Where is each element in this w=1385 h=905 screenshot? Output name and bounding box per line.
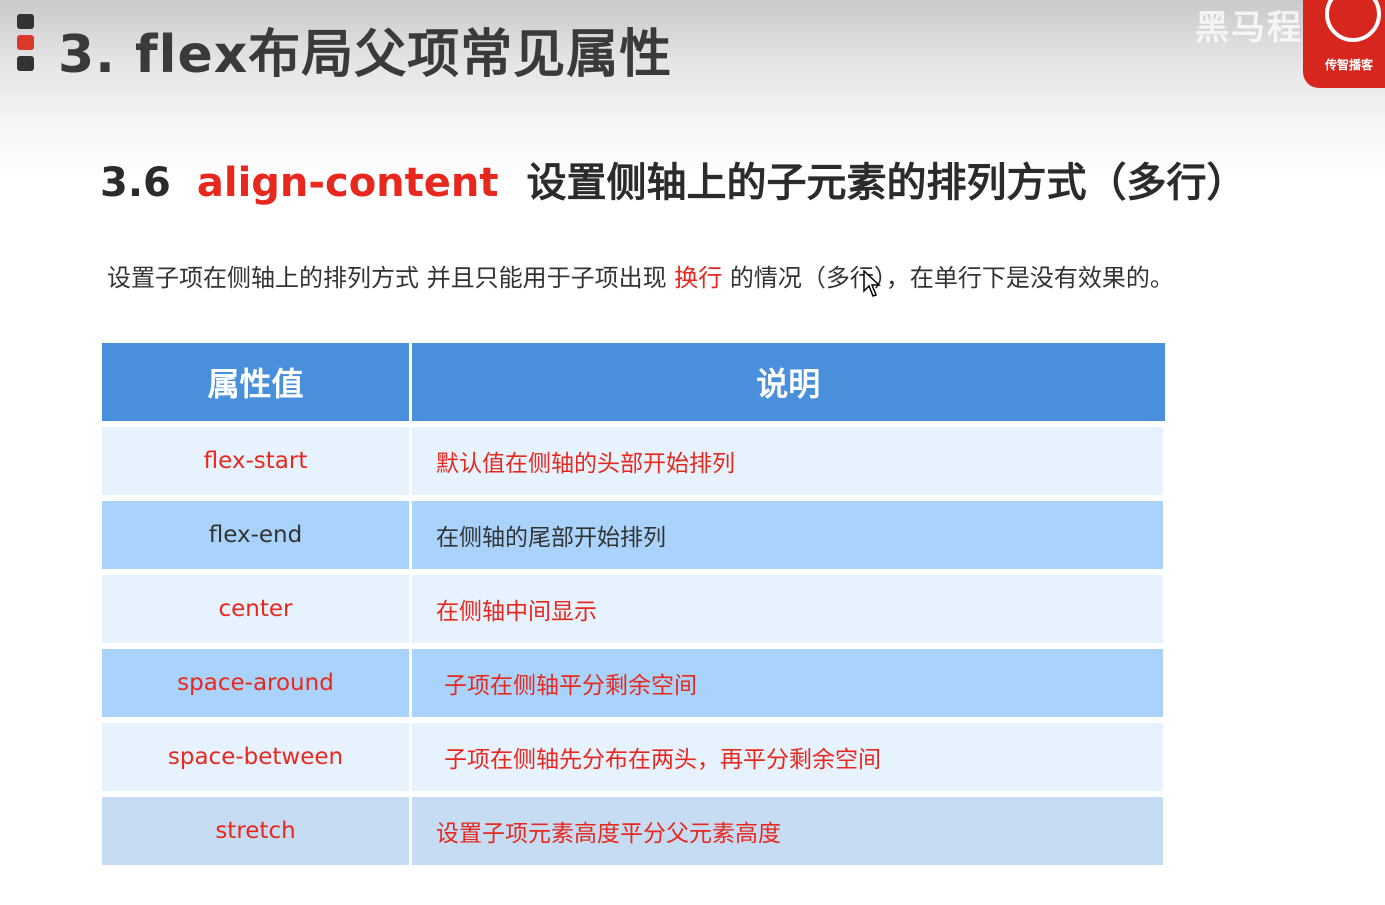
table-row: space-between 子项在侧轴先分布在两头，再平分剩余空间 xyxy=(102,720,1166,797)
property-note: 在侧轴中间显示 xyxy=(410,572,1166,649)
property-note: 子项在侧轴先分布在两头，再平分剩余空间 xyxy=(410,720,1166,797)
brand-logo-icon xyxy=(1325,0,1381,42)
property-value: space-around xyxy=(102,646,412,723)
property-value: flex-end xyxy=(102,498,412,575)
property-value: stretch xyxy=(102,794,412,871)
property-note: 子项在侧轴平分剩余空间 xyxy=(410,646,1166,723)
column-header-note: 说明 xyxy=(410,343,1165,427)
section-keyword: align-content xyxy=(196,160,499,206)
property-value: space-between xyxy=(102,720,412,797)
description: 设置子项在侧轴上的排列方式 并且只能用于子项出现 换行 的情况（多行），在单行下… xyxy=(107,258,1174,293)
property-note: 设置子项元素高度平分父元素高度 xyxy=(410,794,1166,871)
description-before: 设置子项在侧轴上的排列方式 并且只能用于子项出现 xyxy=(107,264,675,292)
description-highlight: 换行 xyxy=(674,264,723,292)
property-value: center xyxy=(102,572,412,649)
column-header-value: 属性值 xyxy=(102,343,412,427)
brand-badge: 传智播客 xyxy=(1303,0,1385,88)
property-note: 在侧轴的尾部开始排列 xyxy=(410,498,1166,575)
property-table: 属性值 说明 flex-start 默认值在侧轴的头部开始排列 flex-end… xyxy=(102,343,1166,871)
table-row: flex-end 在侧轴的尾部开始排列 xyxy=(102,498,1166,575)
table-row: flex-start 默认值在侧轴的头部开始排列 xyxy=(102,424,1166,501)
table-row: space-around 子项在侧轴平分剩余空间 xyxy=(102,646,1166,723)
table-row: center 在侧轴中间显示 xyxy=(102,572,1166,649)
table-row: stretch 设置子项元素高度平分父元素高度 xyxy=(102,794,1166,871)
slide-title: 3. flex布局父项常见属性 xyxy=(58,25,673,85)
brand-badge-text: 传智播客 xyxy=(1325,58,1374,72)
section-number: 3.6 xyxy=(100,160,171,206)
property-note: 默认值在侧轴的头部开始排列 xyxy=(410,424,1166,501)
mouse-cursor-icon xyxy=(863,270,881,297)
title-bullet-icon xyxy=(17,14,35,77)
property-value: flex-start xyxy=(102,424,412,501)
table-header-row: 属性值 说明 xyxy=(102,343,1165,427)
slide-header: 3. flex布局父项常见属性 黑马程序员 传智播客 xyxy=(0,0,1385,100)
section-title: 3.6 align-content 设置侧轴上的子元素的排列方式（多行） xyxy=(100,150,1247,208)
section-title-text: 设置侧轴上的子元素的排列方式（多行） xyxy=(526,160,1247,206)
description-after: 的情况（多行），在单行下是没有效果的。 xyxy=(722,264,1174,292)
